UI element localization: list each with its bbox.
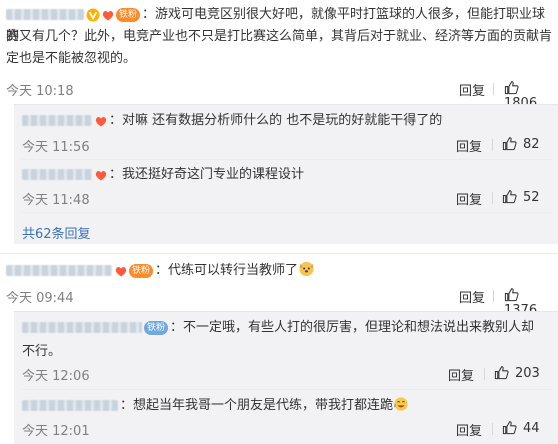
- fan-badge: 铁粉: [116, 7, 141, 22]
- fan-heart-icon: [102, 10, 114, 20]
- comment-time: 今天 10:18: [6, 84, 74, 99]
- username-blurred[interactable]: [6, 9, 84, 20]
- divider: [492, 192, 493, 204]
- reply-button[interactable]: 回复: [456, 189, 482, 208]
- verified-v-icon: [86, 8, 100, 21]
- reply-button[interactable]: 回复: [448, 365, 474, 384]
- divider: [493, 290, 494, 302]
- like-count: 52: [523, 190, 540, 205]
- reply-text-line2: 不行。: [22, 344, 62, 359]
- reply-text: ：对嘛 还有数据分析师什么的 也不是玩的好就能干得了的: [109, 113, 443, 128]
- like-count: 44: [523, 421, 540, 436]
- reply-time: 今天 12:06: [22, 369, 90, 384]
- reply-username-blurred[interactable]: [22, 322, 142, 333]
- fan-badge: 铁粉: [129, 263, 154, 278]
- thumbs-up-icon: [494, 366, 509, 380]
- reply-time: 今天 11:56: [22, 140, 90, 155]
- reply-1: 铁粉 ：不一定哦，有些人打的很厉害，但理论和想法说出来教别人却: [22, 317, 534, 339]
- divider: [22, 159, 552, 160]
- divider: [22, 212, 552, 213]
- reply-time: 今天 12:01: [22, 424, 90, 439]
- comment-time: 今天 09:44: [6, 291, 74, 306]
- thumbs-up-icon: [502, 137, 517, 151]
- like-count: 82: [523, 137, 540, 152]
- thumbs-up-icon: [504, 81, 519, 95]
- reply-button[interactable]: 回复: [456, 420, 482, 439]
- divider: [493, 83, 494, 95]
- fan-heart-icon: [115, 266, 127, 276]
- reply-2: ：我还挺好奇这门专业的课程设计: [22, 164, 304, 186]
- like-button[interactable]: 203: [494, 365, 540, 381]
- fan-badge: 铁粉: [144, 320, 169, 335]
- thumbs-up-icon: [504, 288, 519, 302]
- fan-heart-icon: [95, 170, 107, 180]
- thumbs-up-icon: [502, 421, 517, 435]
- username-blurred[interactable]: [6, 265, 112, 276]
- reply-box: ：对嘛 还有数据分析师什么的 也不是玩的好就能干得了的 今天 11:56 回复 …: [14, 104, 558, 244]
- divider: [484, 368, 485, 380]
- reply-username-blurred[interactable]: [22, 115, 92, 126]
- reply-1: ：对嘛 还有数据分析师什么的 也不是玩的好就能干得了的: [22, 110, 442, 132]
- reply-box: 铁粉 ：不一定哦，有些人打的很厉害，但理论和想法说出来教别人却 不行。 今天 12…: [14, 311, 558, 444]
- reply-username-blurred[interactable]: [22, 400, 118, 411]
- more-replies-link[interactable]: 共62条回复: [22, 223, 91, 242]
- reply-time: 今天 11:48: [22, 193, 90, 208]
- divider: [22, 389, 552, 390]
- like-button[interactable]: 44: [502, 420, 540, 436]
- reply-2: ：想起当年我哥一个朋友是代练，带我打都连跪: [22, 395, 409, 417]
- like-button[interactable]: 82: [502, 136, 540, 152]
- comment-text-line3: 定也是不能被忽视的。: [6, 51, 137, 66]
- reply-text: ：想起当年我哥一个朋友是代练，带我打都连跪: [120, 398, 394, 413]
- reply-text: ：我还挺好奇这门专业的课程设计: [109, 167, 305, 182]
- thumbs-up-icon: [502, 190, 517, 204]
- comment-text: ：代练可以转行当教师了: [155, 263, 299, 278]
- laughing-face-emoji-icon: [394, 397, 408, 411]
- like-button[interactable]: 52: [502, 189, 540, 205]
- divider: [492, 139, 493, 151]
- reply-button[interactable]: 回复: [459, 80, 485, 99]
- reply-text-line1: ：不一定哦，有些人打的很厉害，但理论和想法说出来教别人却: [170, 320, 535, 335]
- divider: [492, 423, 493, 435]
- comment-divider: [0, 253, 558, 254]
- reply-button[interactable]: 回复: [459, 287, 485, 306]
- reply-username-blurred[interactable]: [22, 169, 92, 180]
- like-count: 203: [515, 366, 540, 381]
- fan-heart-icon: [95, 116, 107, 126]
- dog-face-emoji-icon: [299, 261, 314, 277]
- reply-button[interactable]: 回复: [456, 136, 482, 155]
- comment-text-line2: 的又有几个？此外，电竞产业也不只是打比赛这么简单，其背后对于就业、经济等方面的贡…: [6, 29, 553, 44]
